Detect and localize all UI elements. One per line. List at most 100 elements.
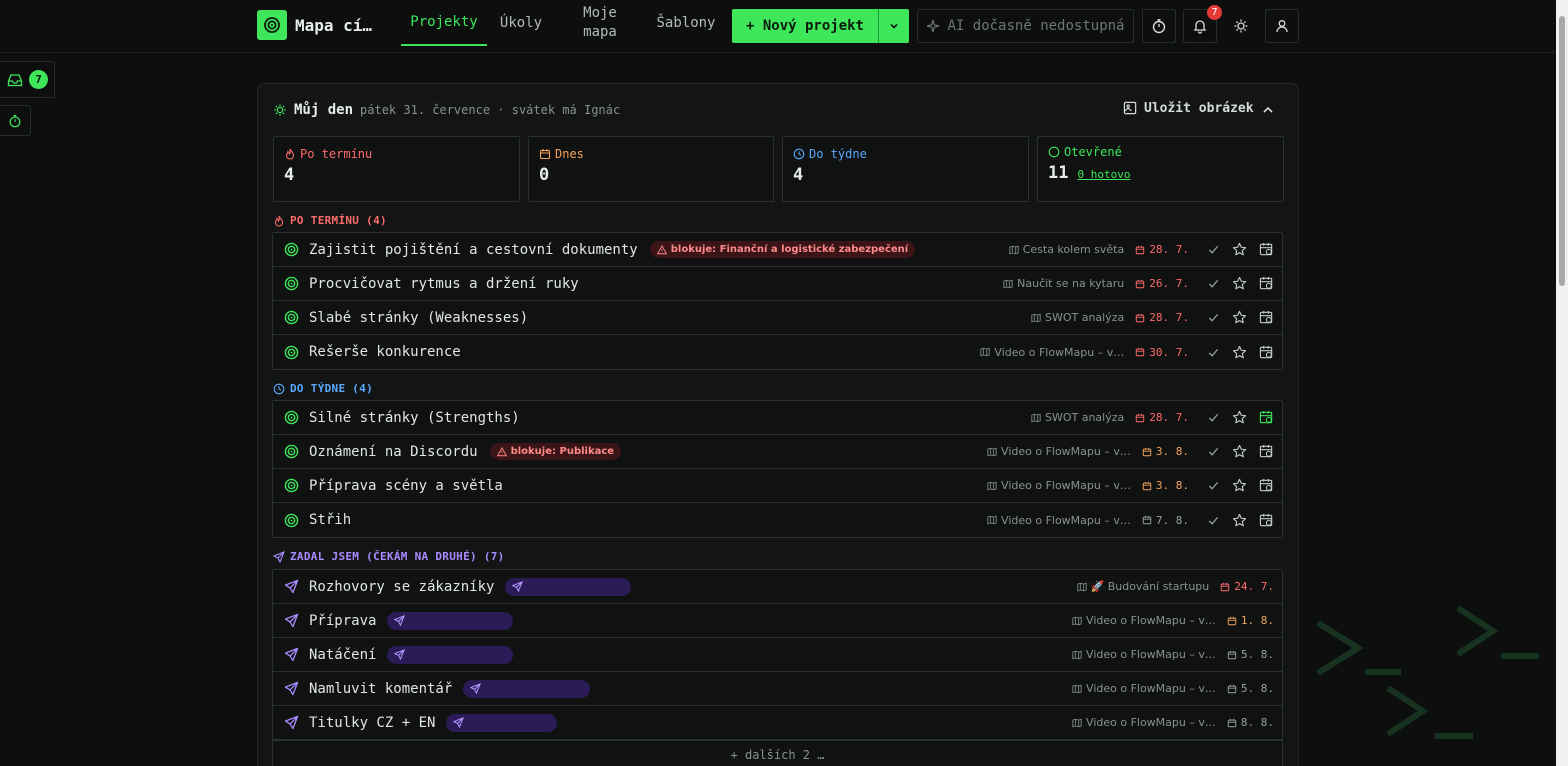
schedule-button[interactable]	[1259, 242, 1274, 257]
project-link[interactable]: Video o FlowMapu – v…	[1072, 716, 1216, 729]
new-project-button[interactable]: + Nový projekt	[732, 9, 878, 43]
inbox-button[interactable]: 7	[0, 61, 55, 98]
project-link[interactable]: SWOT analýza	[1031, 411, 1124, 424]
project-link[interactable]: 🚀 Budování startupu	[1076, 580, 1209, 593]
user-button[interactable]	[1265, 9, 1299, 43]
schedule-button[interactable]	[1259, 310, 1274, 325]
collapse-button[interactable]	[1261, 103, 1275, 117]
project-link[interactable]: SWOT analýza	[1031, 311, 1124, 324]
page-scrollbar[interactable]	[1556, 0, 1568, 766]
stat-week[interactable]: Do týdne 4	[782, 136, 1029, 202]
map-icon	[1072, 718, 1082, 727]
assignee-tag[interactable]	[387, 611, 514, 630]
task-row[interactable]: Oznámení na Discordu blokuje: Publikace Vi…	[273, 435, 1282, 469]
complete-button[interactable]	[1207, 514, 1220, 527]
complete-button[interactable]	[1207, 479, 1220, 492]
star-button[interactable]	[1232, 276, 1247, 291]
due-date-label: 3. 8.	[1155, 479, 1189, 492]
project-link[interactable]: Naučit se na kytaru	[1003, 277, 1124, 290]
star-button[interactable]	[1232, 444, 1247, 459]
due-date[interactable]: 3. 8.	[1142, 479, 1189, 492]
project-link[interactable]: Video o FlowMapu – v…	[1072, 614, 1216, 627]
show-more-button[interactable]: + dalších 2 …	[273, 740, 1282, 766]
due-date[interactable]: 3. 8.	[1142, 445, 1189, 458]
save-image-button[interactable]: Uložit obrázek	[1123, 101, 1254, 116]
project-link[interactable]: Video o FlowMapu – v…	[980, 346, 1124, 359]
schedule-button[interactable]	[1259, 410, 1274, 425]
task-row[interactable]: Natáčení Video o FlowMapu – v… 5. 8.	[273, 638, 1282, 672]
tab-moje-mapa[interactable]: Moje mapa	[570, 0, 630, 46]
send-icon	[394, 649, 406, 660]
project-link[interactable]: Video o FlowMapu – v…	[987, 445, 1131, 458]
task-row[interactable]: Příprava Video o FlowMapu – v… 1. 8.	[273, 604, 1282, 638]
due-date[interactable]: 5. 8.	[1227, 682, 1274, 695]
bell-icon	[1193, 20, 1207, 34]
star-button[interactable]	[1232, 345, 1247, 360]
tab-ukoly[interactable]: Úkoly	[492, 0, 550, 46]
stat-overdue[interactable]: Po termínu 4	[273, 136, 520, 202]
scrollbar-thumb[interactable]	[1559, 16, 1565, 286]
schedule-button[interactable]	[1259, 276, 1274, 291]
theme-toggle[interactable]	[1224, 9, 1258, 43]
task-row[interactable]: Namluvit komentář Video o FlowMapu – v… 5.…	[273, 672, 1282, 706]
complete-button[interactable]	[1207, 243, 1220, 256]
task-row[interactable]: Procvičovat rytmus a držení ruky Naučit s…	[273, 267, 1282, 301]
project-link[interactable]: Cesta kolem světa	[1009, 243, 1124, 256]
task-row[interactable]: Rešerše konkurence Video o FlowMapu – v… 3…	[273, 335, 1282, 369]
send-icon	[284, 715, 299, 730]
due-date[interactable]: 5. 8.	[1227, 648, 1274, 661]
star-button[interactable]	[1232, 478, 1247, 493]
due-date[interactable]: 24. 7.	[1220, 580, 1274, 593]
task-row[interactable]: Zajistit pojištění a cestovní dokumenty b…	[273, 233, 1282, 267]
schedule-button[interactable]	[1259, 513, 1274, 528]
complete-button[interactable]	[1207, 411, 1220, 424]
task-row[interactable]: Silné stránky (Strengths) SWOT analýza 28.…	[273, 401, 1282, 435]
map-icon	[1072, 616, 1082, 625]
star-button[interactable]	[1232, 310, 1247, 325]
complete-button[interactable]	[1207, 346, 1220, 359]
task-row[interactable]: Slabé stránky (Weaknesses) SWOT analýza 28…	[273, 301, 1282, 335]
stat-today[interactable]: Dnes 0	[528, 136, 774, 202]
complete-button[interactable]	[1207, 277, 1220, 290]
task-row[interactable]: Příprava scény a světla Video o FlowMapu …	[273, 469, 1282, 503]
due-date[interactable]: 8. 8.	[1227, 716, 1274, 729]
assignee-tag[interactable]	[387, 645, 514, 664]
project-link[interactable]: Video o FlowMapu – v…	[987, 514, 1131, 527]
project-link[interactable]: Video o FlowMapu – v…	[1072, 682, 1216, 695]
star-button[interactable]	[1232, 242, 1247, 257]
assignee-tag[interactable]	[505, 577, 632, 596]
sun-icon	[1234, 19, 1248, 33]
assignee-tag[interactable]	[446, 713, 558, 732]
schedule-button[interactable]	[1259, 478, 1274, 493]
task-row[interactable]: Rozhovory se zákazníky 🚀 Budování startup…	[273, 570, 1282, 604]
due-date[interactable]: 30. 7.	[1135, 346, 1189, 359]
schedule-button[interactable]	[1259, 345, 1274, 360]
due-date[interactable]: 7. 8.	[1142, 514, 1189, 527]
timer-button[interactable]	[1142, 9, 1176, 43]
task-row[interactable]: Titulky CZ + EN Video o FlowMapu – v… 8. 8…	[273, 706, 1282, 740]
tab-sablony[interactable]: Šablony	[650, 0, 722, 46]
due-date[interactable]: 1. 8.	[1227, 614, 1274, 627]
new-project-dropdown[interactable]	[878, 9, 909, 43]
schedule-button[interactable]	[1259, 444, 1274, 459]
due-date[interactable]: 28. 7.	[1135, 311, 1189, 324]
project-link[interactable]: Video o FlowMapu – v…	[1072, 648, 1216, 661]
star-button[interactable]	[1232, 513, 1247, 528]
assignee-tag[interactable]	[463, 679, 591, 698]
project-link[interactable]: Video o FlowMapu – v…	[987, 479, 1131, 492]
due-date[interactable]: 26. 7.	[1135, 277, 1189, 290]
complete-button[interactable]	[1207, 445, 1220, 458]
notifications-button[interactable]: 7	[1183, 5, 1222, 43]
stat-open[interactable]: Otevřené 11 0 hotovo	[1037, 136, 1284, 202]
top-bar: Mapa cí… Projekty Úkoly Moje mapa Šablon…	[0, 0, 1556, 53]
ai-button[interactable]: AI dočasně nedostupná	[917, 9, 1134, 43]
tab-projekty[interactable]: Projekty	[401, 0, 487, 46]
star-button[interactable]	[1232, 410, 1247, 425]
due-date[interactable]: 28. 7.	[1135, 243, 1189, 256]
brand[interactable]: Mapa cí…	[257, 10, 372, 40]
task-row[interactable]: Střih Video o FlowMapu – v… 7. 8.	[273, 503, 1282, 537]
due-date[interactable]: 28. 7.	[1135, 411, 1189, 424]
done-link[interactable]: 0 hotovo	[1077, 168, 1130, 181]
complete-button[interactable]	[1207, 311, 1220, 324]
sidebar-timer-button[interactable]	[0, 105, 31, 136]
